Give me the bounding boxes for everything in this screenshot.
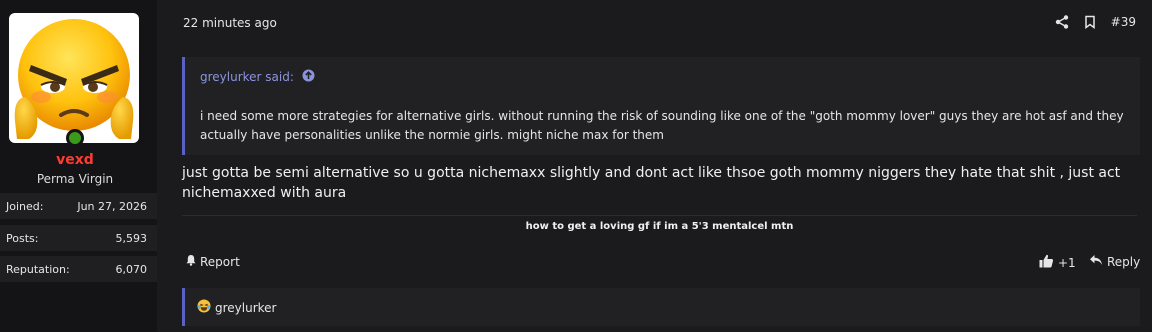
quote-header[interactable]: greylurker said: bbox=[200, 69, 315, 85]
thumbs-up-icon bbox=[1039, 254, 1054, 271]
angry-emoji-avatar bbox=[14, 19, 134, 139]
avatar[interactable] bbox=[9, 13, 139, 143]
post-message: just gotta be semi alternative so u gott… bbox=[182, 165, 1121, 201]
post-actions: #39 bbox=[1055, 12, 1136, 32]
forum-post: vexd Perma Virgin Joined: Jun 27, 2026 P… bbox=[0, 0, 1152, 332]
share-icon[interactable] bbox=[1055, 15, 1069, 29]
stat-value: 5,593 bbox=[115, 232, 148, 245]
reply-button[interactable]: Reply bbox=[1089, 254, 1140, 269]
signature-divider bbox=[182, 215, 1137, 216]
like-button[interactable]: +1 bbox=[1039, 254, 1076, 271]
reaction-user[interactable]: greylurker bbox=[215, 301, 276, 315]
username[interactable]: vexd bbox=[0, 152, 150, 168]
reaction-list[interactable]: greylurker bbox=[197, 299, 276, 316]
reply-label: Reply bbox=[1107, 254, 1141, 269]
like-count: +1 bbox=[1058, 255, 1076, 270]
quote-author[interactable]: greylurker said: bbox=[200, 70, 294, 84]
post-number-link[interactable]: #39 bbox=[1111, 15, 1136, 29]
stat-label: Posts: bbox=[6, 232, 39, 245]
report-button[interactable]: Report bbox=[185, 254, 240, 269]
reply-icon bbox=[1089, 254, 1103, 269]
post-timestamp[interactable]: 22 minutes ago bbox=[183, 16, 277, 30]
user-stat-joined: Joined: Jun 27, 2026 bbox=[0, 193, 157, 219]
online-indicator bbox=[66, 129, 84, 147]
user-stat-posts: Posts: 5,593 bbox=[0, 225, 157, 251]
quote-text: i need some more strategies for alternat… bbox=[200, 109, 1124, 142]
bell-icon bbox=[185, 254, 197, 269]
stat-value: Jun 27, 2026 bbox=[77, 200, 147, 213]
bookmark-icon[interactable] bbox=[1083, 15, 1097, 29]
reactions-bar: greylurker bbox=[182, 288, 1140, 326]
user-title: Perma Virgin bbox=[36, 172, 114, 186]
stat-label: Reputation: bbox=[6, 263, 70, 276]
user-panel: vexd Perma Virgin Joined: Jun 27, 2026 P… bbox=[0, 0, 157, 332]
quote-block: greylurker said: i need some more strate… bbox=[182, 57, 1140, 155]
arrow-up-circle-icon[interactable] bbox=[302, 69, 315, 85]
stat-value: 6,070 bbox=[115, 263, 148, 276]
user-signature: how to get a loving gf if im a 5'3 menta… bbox=[525, 221, 794, 232]
stat-label: Joined: bbox=[6, 200, 44, 213]
report-label: Report bbox=[200, 254, 240, 269]
user-stat-reputation: Reputation: 6,070 bbox=[0, 256, 157, 282]
laughing-emoji-icon bbox=[197, 299, 211, 316]
